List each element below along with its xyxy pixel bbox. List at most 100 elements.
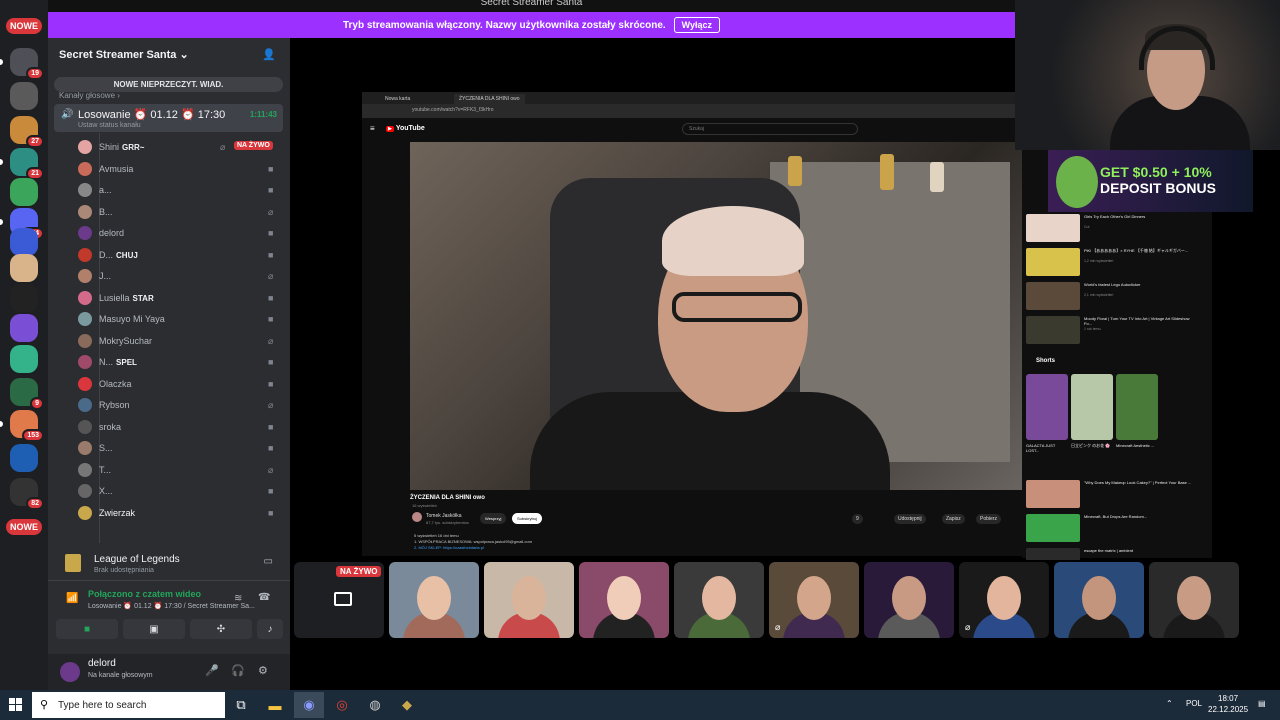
avatar <box>78 355 92 369</box>
chrome-icon[interactable]: ◎ <box>327 692 357 718</box>
voice-member[interactable]: Avmusia ■ <box>78 160 285 180</box>
invite-user-icon[interactable]: 👤 <box>262 48 276 62</box>
voice-member[interactable]: J... ⌀ <box>78 267 285 287</box>
camera-icon: ■ <box>268 421 274 432</box>
member-name: sroka <box>99 421 122 432</box>
headphones-icon[interactable]: 🎧 <box>231 664 245 677</box>
voice-member[interactable]: a... ■ <box>78 181 285 201</box>
voice-member[interactable]: sroka ■ <box>78 418 285 438</box>
microphone-icon[interactable]: 🎤 <box>205 664 219 677</box>
disable-streamer-mode-button[interactable]: Wyłącz <box>673 17 721 33</box>
screen-share-icon <box>334 592 352 606</box>
server-icon[interactable]: 21 <box>10 148 44 180</box>
notification-icon[interactable]: ▤ <box>1258 699 1266 708</box>
member-name: Olaczka <box>99 378 132 389</box>
language-indicator[interactable]: POL <box>1186 699 1202 708</box>
voice-member[interactable]: Rybson ⌀ <box>78 396 285 416</box>
task-view-icon[interactable]: ⧉ <box>226 692 256 718</box>
voice-member[interactable]: N... SPEL ■ <box>78 353 285 373</box>
voice-member[interactable]: MokrySuchar ⌀ <box>78 332 285 352</box>
server-icon[interactable] <box>10 228 38 256</box>
tray-chevron-icon[interactable]: ⌃ <box>1166 699 1173 708</box>
voice-member[interactable]: Shini GRR~ ⌀ NA ŻYWO <box>78 138 285 158</box>
tile-shini-screen[interactable]: NA ŻYWO <box>294 562 384 638</box>
video-thumbnail <box>1026 316 1080 344</box>
shorts-label: Shorts <box>1036 358 1056 364</box>
recommended-title: Moody Floral | Turn Your TV Into Art | V… <box>1084 316 1190 326</box>
voice-member[interactable]: X... ■ <box>78 482 285 502</box>
server-icon[interactable]: 27 <box>10 116 44 148</box>
taskbar-clock[interactable]: 18:07 22.12.2025 <box>1208 693 1248 715</box>
soundboard-button[interactable]: ♪ <box>257 619 283 639</box>
save-button: Zapisz <box>942 514 965 524</box>
muted-mic-icon: ⌀ <box>775 622 781 632</box>
tile-10[interactable] <box>1149 562 1239 638</box>
tile-5[interactable] <box>674 562 764 638</box>
server-icon[interactable] <box>10 284 38 312</box>
file-explorer-icon[interactable]: ▬ <box>260 692 290 718</box>
discord-taskbar-icon[interactable]: ◉ <box>294 692 324 718</box>
signal-icon[interactable]: 📶 <box>66 593 78 604</box>
search-icon: ⚲ <box>40 699 49 711</box>
member-name: X... <box>99 486 113 496</box>
tile-4[interactable] <box>579 562 669 638</box>
server-icon[interactable]: 19 <box>10 48 44 80</box>
tile-7[interactable] <box>864 562 954 638</box>
server-icon[interactable]: 153 <box>10 410 44 442</box>
video-player <box>410 142 1022 490</box>
voice-member[interactable]: Zwierzak ■ <box>78 504 285 524</box>
avatar <box>78 161 92 176</box>
camera-icon: ■ <box>268 378 274 389</box>
share-screen-icon[interactable]: ▭ <box>264 556 273 567</box>
voice-channel-losowanie[interactable]: 🔊 Losowanie ⏰ 01.12 ⏰ 17:30 Ustaw status… <box>54 104 283 132</box>
activities-button[interactable]: ✣ <box>190 619 252 639</box>
new-badge[interactable]: NOWE <box>6 18 42 34</box>
avatar[interactable] <box>60 662 80 682</box>
member-name: D... CHUJ <box>99 249 138 260</box>
league-client-icon[interactable]: ◆ <box>392 692 422 718</box>
short-thumbnail <box>1026 374 1068 440</box>
voice-member[interactable]: B... ⌀ <box>78 203 285 223</box>
noise-suppression-icon[interactable]: ≋ <box>234 593 242 604</box>
voice-member[interactable]: T... ⌀ <box>78 461 285 481</box>
tile-3[interactable] <box>484 562 574 638</box>
chevron-down-icon: ⌄ <box>179 49 189 61</box>
camera-button[interactable]: ■ <box>56 619 118 639</box>
obs-icon[interactable]: ◍ <box>360 692 390 718</box>
voice-connected-subtitle[interactable]: Losowanie ⏰ 01.12 ⏰ 17:30 / Secret Strea… <box>88 602 255 610</box>
voice-member[interactable]: D... CHUJ ■ <box>78 246 285 266</box>
server-icon[interactable]: 9 <box>10 378 44 410</box>
server-name[interactable]: Secret Streamer Santa ⌄ <box>59 48 189 61</box>
user-status: Na kanale głosowym <box>88 672 153 679</box>
new-unread-pill[interactable]: NOWE NIEPRZECZYT. WIAD. <box>54 77 283 92</box>
new-badge-bottom[interactable]: NOWE <box>6 519 42 535</box>
voice-member[interactable]: Olaczka ■ <box>78 375 285 395</box>
tile-8[interactable]: ⌀ <box>959 562 1049 638</box>
gear-icon[interactable]: ⚙ <box>258 664 268 677</box>
taskbar-search[interactable]: ⚲ Type here to search <box>32 692 225 718</box>
server-icon[interactable] <box>10 345 38 373</box>
tile-6[interactable]: ⌀ <box>769 562 859 638</box>
voice-member[interactable]: Masuyo Mi Yaya ■ <box>78 310 285 330</box>
user-name[interactable]: delord <box>88 658 116 669</box>
voice-member[interactable]: Lusiella STAR ■ <box>78 289 285 309</box>
server-icon[interactable] <box>10 178 38 206</box>
voice-member[interactable]: S... ■ <box>78 439 285 459</box>
tile-2[interactable] <box>389 562 479 638</box>
windows-start-icon[interactable] <box>9 698 22 711</box>
tile-9[interactable] <box>1054 562 1144 638</box>
server-icon[interactable]: 82 <box>10 478 44 510</box>
category-voice-channels[interactable]: Kanały głosowe › <box>59 91 120 100</box>
member-status-tag: STAR <box>132 293 154 303</box>
screen-share-button[interactable]: ▣ <box>123 619 185 639</box>
server-icon[interactable] <box>10 444 38 472</box>
user-panel: delord Na kanale głosowym 🎤 🎧 ⚙ <box>48 654 290 690</box>
set-channel-status[interactable]: Ustaw status kanału <box>78 122 141 129</box>
server-icon[interactable] <box>10 314 38 342</box>
voice-member[interactable]: delord ■ <box>78 224 285 244</box>
server-icon[interactable] <box>10 254 38 282</box>
address-bar: youtube.com/watch?v=RFK3_f3kHro <box>362 104 1022 118</box>
muted-mic-icon: ⌀ <box>965 622 971 632</box>
disconnect-icon[interactable]: ☎ <box>258 592 270 603</box>
server-icon[interactable] <box>10 82 38 110</box>
